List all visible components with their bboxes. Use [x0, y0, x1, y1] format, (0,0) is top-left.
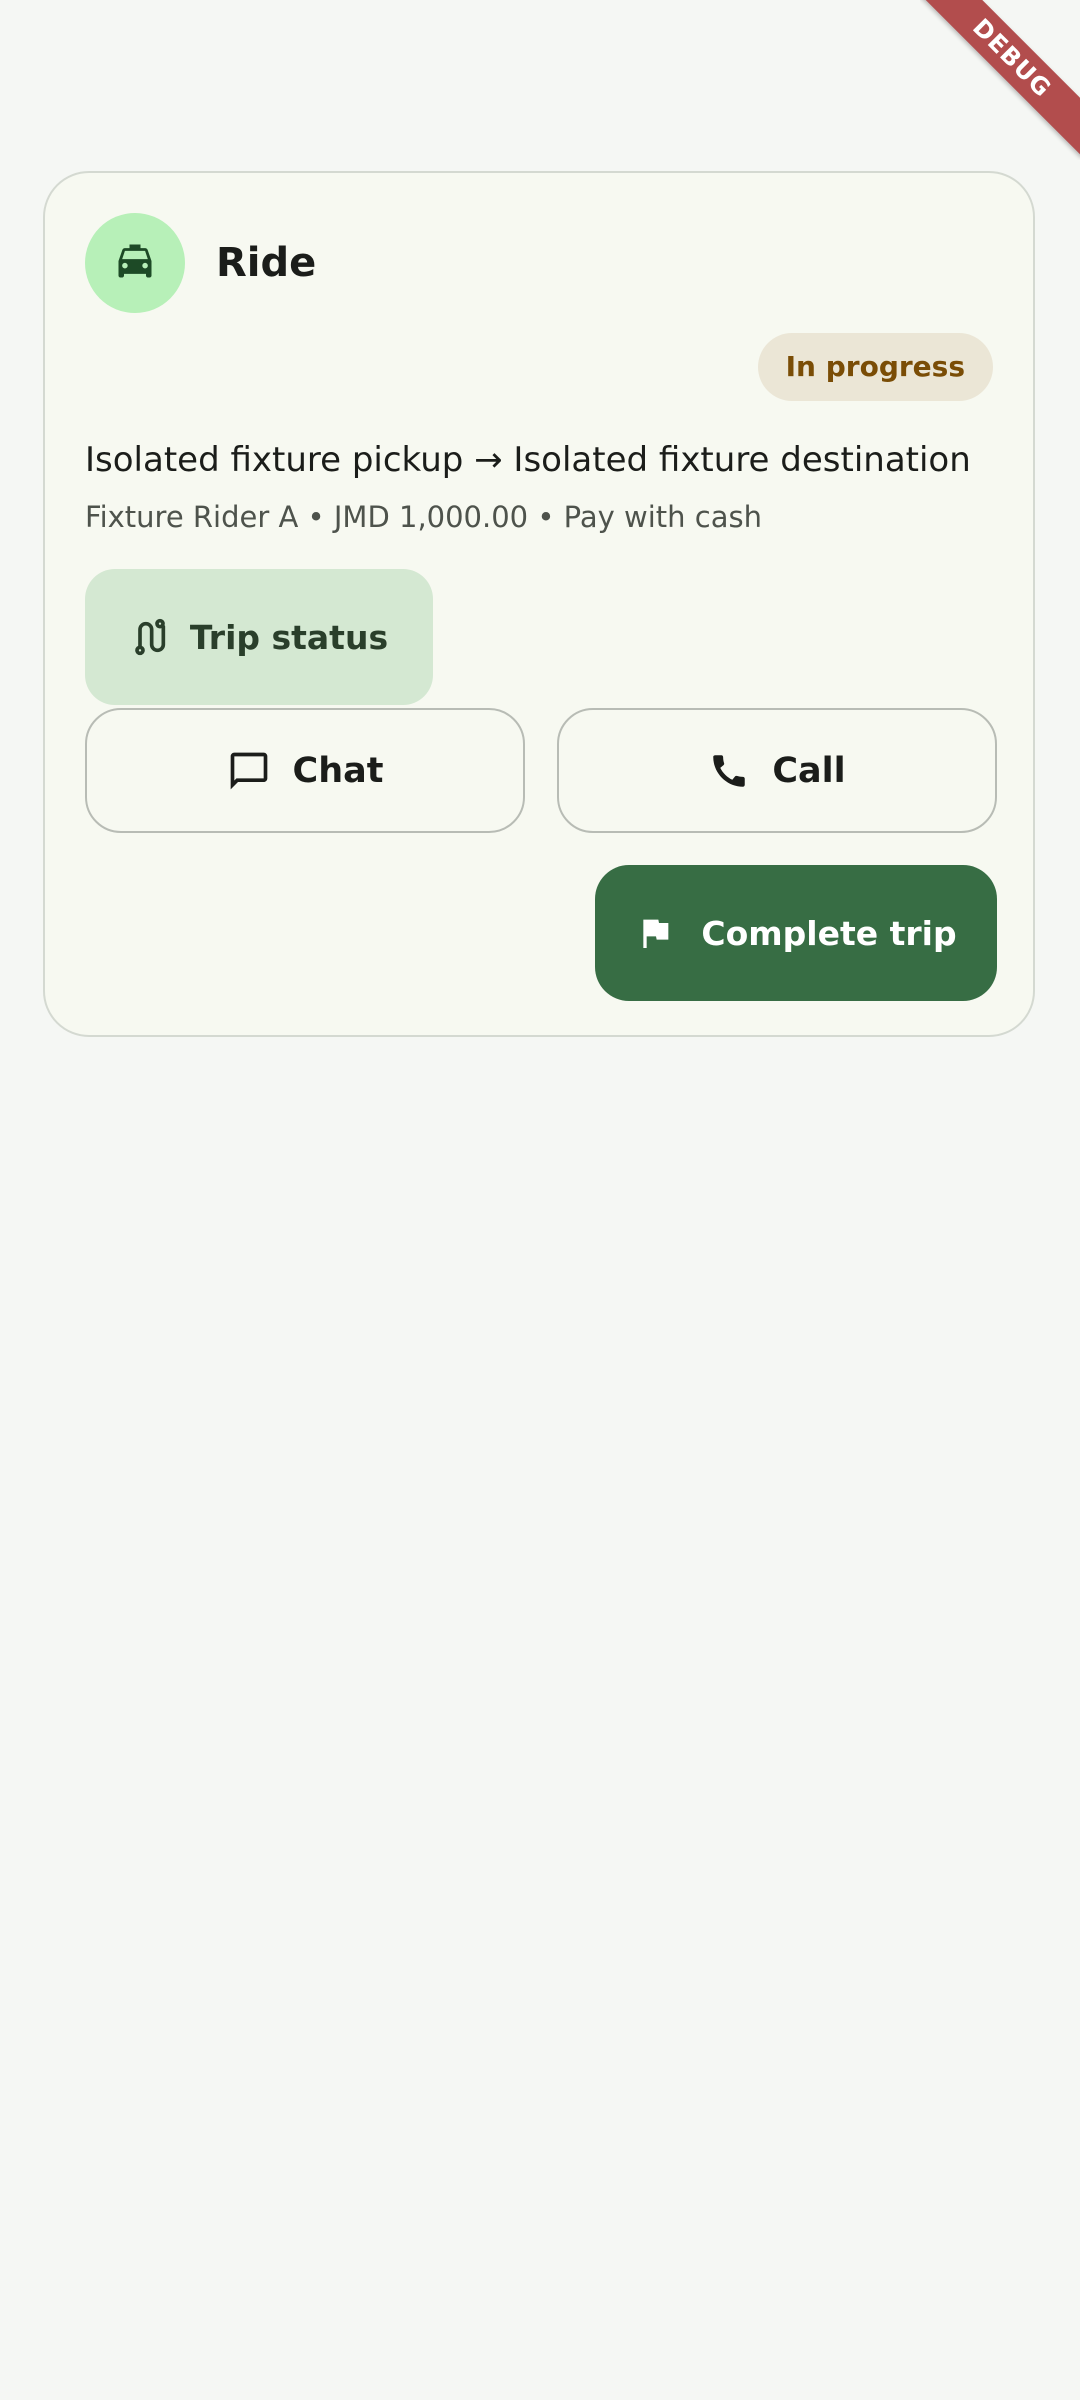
route-text: Isolated fixture pickup → Isolated fixtu… — [85, 440, 971, 480]
ride-avatar — [85, 213, 185, 313]
debug-banner: DEBUG — [920, 0, 1080, 160]
ride-card: Ride In progress Isolated fixture pickup… — [43, 171, 1035, 1037]
status-badge: In progress — [757, 333, 993, 401]
chat-button-label: Chat — [292, 750, 384, 791]
trip-status-button[interactable]: Trip status — [85, 569, 433, 705]
flag-icon — [635, 913, 675, 953]
complete-trip-button[interactable]: Complete trip — [595, 865, 997, 1001]
trip-status-button-label: Trip status — [189, 617, 389, 657]
phone-icon — [708, 750, 750, 792]
chat-button[interactable]: Chat — [85, 708, 525, 833]
call-button-label: Call — [772, 750, 846, 791]
trip-meta-text: Fixture Rider A • JMD 1,000.00 • Pay wit… — [85, 500, 762, 534]
chat-bubble-icon — [227, 749, 271, 793]
taxi-icon — [113, 239, 157, 287]
call-button[interactable]: Call — [557, 708, 997, 833]
debug-banner-label: DEBUG — [920, 0, 1080, 157]
complete-trip-button-label: Complete trip — [701, 913, 957, 953]
route-icon — [130, 617, 170, 657]
ride-title: Ride — [216, 240, 317, 286]
